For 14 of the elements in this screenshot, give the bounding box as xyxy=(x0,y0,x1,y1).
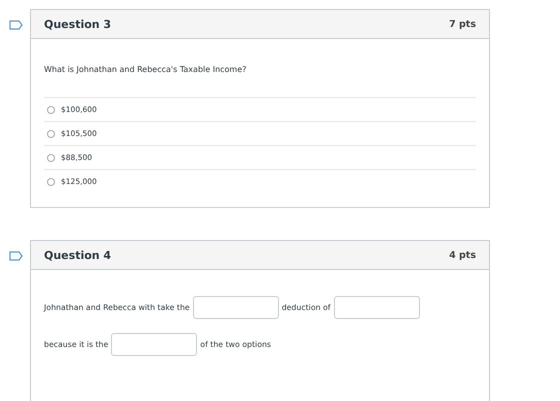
points-label: 4 pts xyxy=(449,250,476,260)
question-title: Question 3 xyxy=(44,18,112,30)
answer-field[interactable] xyxy=(111,333,198,356)
answer-field[interactable] xyxy=(334,296,420,319)
answer-field[interactable] xyxy=(192,296,279,319)
radio-button[interactable] xyxy=(47,106,55,114)
flag-icon[interactable] xyxy=(9,20,23,30)
flag-icon[interactable] xyxy=(9,251,23,261)
radio-button[interactable] xyxy=(47,154,55,162)
points-label: 7 pts xyxy=(449,18,476,30)
radio-button[interactable] xyxy=(47,130,55,138)
radio-button[interactable] xyxy=(47,178,55,186)
question-prompt: What is Johnathan and Rebecca's Taxable Income? xyxy=(44,65,248,74)
question-title: Question 4 xyxy=(44,248,112,262)
